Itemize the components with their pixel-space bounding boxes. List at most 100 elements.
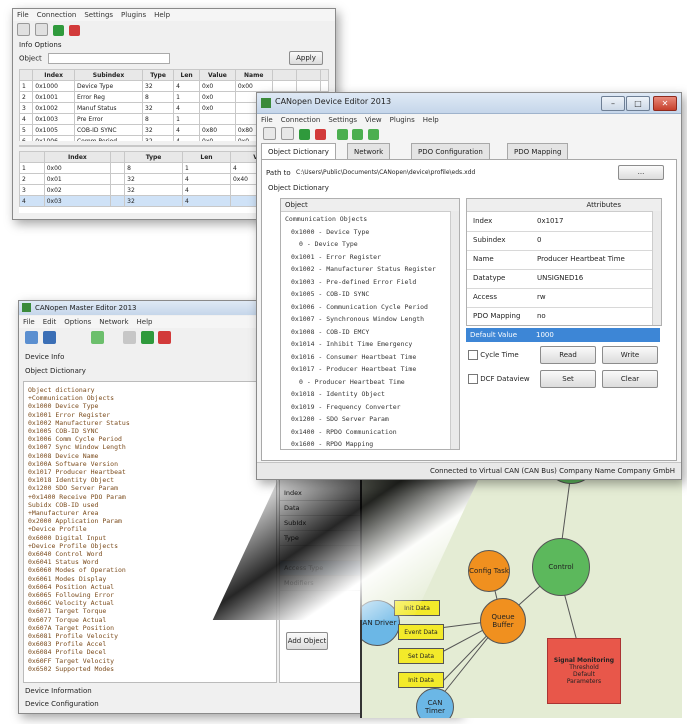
back-menu-plugins[interactable]: Plugins	[121, 9, 146, 21]
table-header-cell[interactable]: Value	[199, 69, 236, 81]
property-value[interactable]: UNSIGNED16	[537, 269, 583, 288]
tab-object-dictionary[interactable]: Object Dictionary	[261, 143, 336, 160]
tab-pdo-mapping[interactable]: PDO Mapping	[507, 143, 569, 160]
tree-item[interactable]: 0 - Producer Heartbeat Time	[285, 376, 449, 388]
tree-item[interactable]: Communication Objects	[285, 213, 449, 225]
grid-icon-1[interactable]	[336, 129, 348, 140]
close-button[interactable]: ✕	[653, 96, 677, 111]
tree-item[interactable]: 0x1002 - Manufacturer Status Register	[285, 263, 449, 275]
front-menu-view[interactable]: View	[365, 114, 382, 126]
table-header-cell[interactable]: Type	[142, 69, 175, 81]
remove-icon[interactable]	[158, 331, 172, 344]
grid-icon-2[interactable]	[352, 129, 364, 140]
property-value[interactable]: rw	[537, 288, 546, 307]
back-menu-help[interactable]: Help	[154, 9, 170, 21]
table-header-cell[interactable]	[19, 151, 45, 163]
table-header-cell[interactable]: Index	[32, 69, 75, 81]
tree-item[interactable]: 0x1018 - Identity Object	[285, 388, 449, 400]
table-header-cell[interactable]: Subindex	[73, 69, 144, 81]
minimize-button[interactable]: –	[601, 96, 625, 111]
diagram-node[interactable]: CAN Timer	[416, 688, 454, 718]
table-header-cell[interactable]	[19, 69, 34, 81]
property-row[interactable]: Name Producer Heartbeat Time	[467, 250, 653, 270]
add-icon[interactable]	[140, 331, 154, 344]
tree-item[interactable]: 0x1001 - Error Register	[285, 251, 449, 263]
tree-line[interactable]: 0x6502 Supported Modes	[28, 665, 114, 674]
tree-item[interactable]: 0x1000 - Device Type	[285, 226, 449, 238]
default-value-input[interactable]: 1000	[536, 328, 554, 342]
write-button[interactable]: Write	[602, 346, 658, 364]
property-row[interactable]: Access rw	[467, 288, 653, 308]
tree-item[interactable]: 0x1016 - Consumer Heartbeat Time	[285, 351, 449, 363]
table-header-cell[interactable]: Name	[234, 69, 273, 81]
property-value[interactable]: 0x1017	[537, 212, 563, 231]
tree-item[interactable]: 0x1008 - COB-ID EMCY	[285, 326, 449, 338]
tree-item[interactable]: 0 - Device Type	[285, 238, 449, 250]
tab-network[interactable]: Network	[347, 143, 391, 160]
tree-item[interactable]: 0x1600 - RPDO Mapping	[285, 438, 449, 449]
property-value[interactable]: 0	[537, 231, 541, 250]
back-menu-file[interactable]: File	[17, 9, 29, 21]
left-menu-options[interactable]: Options	[64, 316, 91, 328]
browse-button[interactable]: ...	[618, 165, 664, 180]
prop-scrollbar[interactable]	[652, 211, 661, 325]
tree-scrollbar[interactable]	[450, 211, 459, 449]
set-button[interactable]: Set	[540, 370, 596, 388]
cycle-time-checkbox[interactable]	[468, 350, 478, 360]
save-icon[interactable]	[298, 129, 310, 140]
save-icon[interactable]	[42, 331, 56, 344]
left-menu-help[interactable]: Help	[137, 316, 153, 328]
dcf-dataview-check[interactable]: DCF Dataview	[468, 374, 530, 384]
diagram-block[interactable]: Set Data	[398, 648, 444, 664]
delete-icon[interactable]	[68, 25, 80, 36]
property-value[interactable]: Producer Heartbeat Time	[537, 250, 625, 269]
connect-icon[interactable]	[263, 127, 276, 140]
new-icon[interactable]	[25, 331, 38, 344]
table-header-cell[interactable]: Len	[181, 151, 231, 163]
maximize-button[interactable]: □	[626, 96, 650, 111]
tree-item[interactable]: 0x1006 - Communication Cycle Period	[285, 301, 449, 313]
front-menu-settings[interactable]: Settings	[328, 114, 357, 126]
tree-item[interactable]: 0x1007 - Synchronous Window Length	[285, 313, 449, 325]
table-header-cell[interactable]: Index	[43, 151, 112, 163]
table-header-cell[interactable]	[296, 69, 322, 81]
disconnect-icon[interactable]	[280, 127, 294, 140]
property-row[interactable]: Datatype UNSIGNED16	[467, 269, 653, 289]
table-header-cell[interactable]: Type	[124, 151, 183, 163]
disconnect-icon[interactable]	[34, 23, 48, 36]
property-row[interactable]: PDO Mapping no	[467, 307, 653, 325]
diagram-block[interactable]: Init Data	[398, 672, 444, 688]
back-filter-input[interactable]	[48, 53, 171, 64]
delete-icon[interactable]	[314, 129, 326, 140]
left-menu-network[interactable]: Network	[99, 316, 128, 328]
table-header-cell[interactable]	[110, 151, 126, 163]
property-value[interactable]: no	[537, 307, 546, 325]
table-header-cell[interactable]	[320, 69, 329, 81]
front-menu-file[interactable]: File	[261, 114, 273, 126]
tab-pdo-configuration[interactable]: PDO Configuration	[411, 143, 490, 160]
tree-item[interactable]: 0x1017 - Producer Heartbeat Time	[285, 363, 449, 375]
add-object-button[interactable]: Add Object	[286, 632, 328, 650]
front-menu-connection[interactable]: Connection	[281, 114, 321, 126]
read-button[interactable]: Read	[540, 346, 596, 364]
run-icon[interactable]	[90, 331, 104, 344]
save-icon[interactable]	[52, 25, 64, 36]
table-header-cell[interactable]: Len	[173, 69, 201, 81]
back-menu-connection[interactable]: Connection	[37, 9, 77, 21]
diagram-block[interactable]: Event Data	[398, 624, 444, 640]
back-menu-settings[interactable]: Settings	[84, 9, 113, 21]
back-apply-button[interactable]: Apply	[289, 51, 323, 65]
cycle-time-check[interactable]: Cycle Time	[468, 350, 519, 360]
tree-item[interactable]: 0x1003 - Pre-defined Error Field	[285, 276, 449, 288]
left-menu-edit[interactable]: Edit	[43, 316, 57, 328]
diagram-node[interactable]: Control	[532, 538, 590, 596]
tree-item[interactable]: 0x1005 - COB-ID SYNC	[285, 288, 449, 300]
cut-icon[interactable]	[122, 331, 136, 344]
path-input[interactable]: C:\Users\Public\Documents\CANopen\device…	[296, 166, 606, 178]
table-header-cell[interactable]	[271, 69, 298, 81]
front-menu-help[interactable]: Help	[423, 114, 439, 126]
diagram-node[interactable]: Config Task	[468, 550, 510, 592]
tree-item[interactable]: 0x1400 - RPDO Communication	[285, 426, 449, 438]
property-row[interactable]: Index 0x1017	[467, 212, 653, 232]
diagram-node[interactable]: Queue Buffer	[480, 598, 526, 644]
